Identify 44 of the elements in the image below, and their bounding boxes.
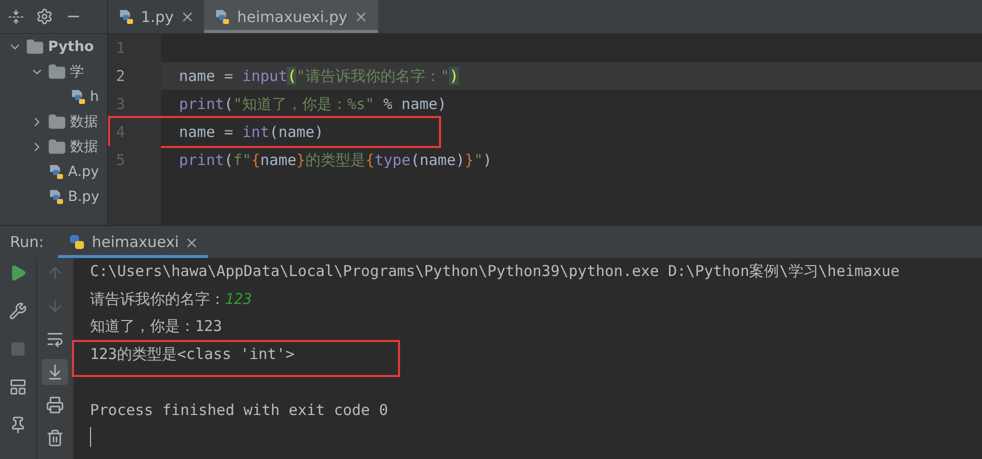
tree-item-label[interactable]: B.py xyxy=(68,188,100,204)
python-file-icon xyxy=(48,188,64,204)
tree-item-label[interactable]: 数据 xyxy=(70,138,98,156)
code-line: print(f"{name}的类型是{type(name)}") xyxy=(178,150,492,171)
console-text: 请告诉我你的名字： xyxy=(90,290,225,309)
console-text: Process finished with exit code 0 xyxy=(90,400,388,419)
python-file-icon xyxy=(118,8,134,24)
run-label: Run: xyxy=(9,232,45,253)
python-icon xyxy=(68,233,86,251)
console-text: 123的类型是<class 'int'> xyxy=(90,345,294,364)
scroll-to-end-button[interactable] xyxy=(42,359,68,385)
run-tab[interactable]: heimaxuexi × xyxy=(58,226,208,258)
layout-icon[interactable] xyxy=(9,378,27,396)
folder-icon xyxy=(48,112,66,130)
editor-tab[interactable]: heimaxuexi.py × xyxy=(204,0,378,33)
python-file-icon xyxy=(48,164,64,180)
print-icon[interactable] xyxy=(46,396,64,414)
soft-wrap-icon[interactable] xyxy=(46,330,64,348)
folder-icon xyxy=(48,138,66,156)
trash-icon[interactable] xyxy=(46,429,64,447)
console-text: C:\Users\hawa\AppData\Local\Programs\Python\Python39\python.exe D:\Python案例\学习\heimaxue xyxy=(90,262,900,282)
wrench-icon[interactable] xyxy=(9,302,27,320)
tree-item-label[interactable]: A.py xyxy=(68,164,99,180)
tree-item-label[interactable]: 学 xyxy=(70,62,84,80)
run-icon[interactable] xyxy=(9,264,27,282)
console-text: 知道了，你是：123 xyxy=(90,317,222,336)
settings-icon[interactable] xyxy=(36,8,53,25)
tree-item-label[interactable]: Pytho xyxy=(48,38,94,54)
folder-icon xyxy=(48,62,66,80)
collapse-all-icon[interactable] xyxy=(8,8,24,24)
tree-item-label[interactable]: 数据 xyxy=(70,112,98,130)
folder-icon xyxy=(26,38,44,56)
code-line: name = input("请告诉我你的名字：") xyxy=(178,66,458,87)
code-line: name = int(name) xyxy=(178,122,324,143)
code-line: print("知道了，你是：%s" % name) xyxy=(178,94,447,115)
python-file-icon xyxy=(214,8,230,24)
scroll-to-end-icon xyxy=(46,363,64,381)
editor-tab[interactable]: 1.py × xyxy=(108,0,204,33)
pin-icon[interactable] xyxy=(9,416,27,434)
line-number: 2 xyxy=(108,62,161,90)
typed-input-text: 123 xyxy=(225,290,252,308)
text-cursor xyxy=(90,427,91,448)
tree-item-label[interactable]: h xyxy=(90,88,99,104)
python-file-icon xyxy=(70,88,86,104)
